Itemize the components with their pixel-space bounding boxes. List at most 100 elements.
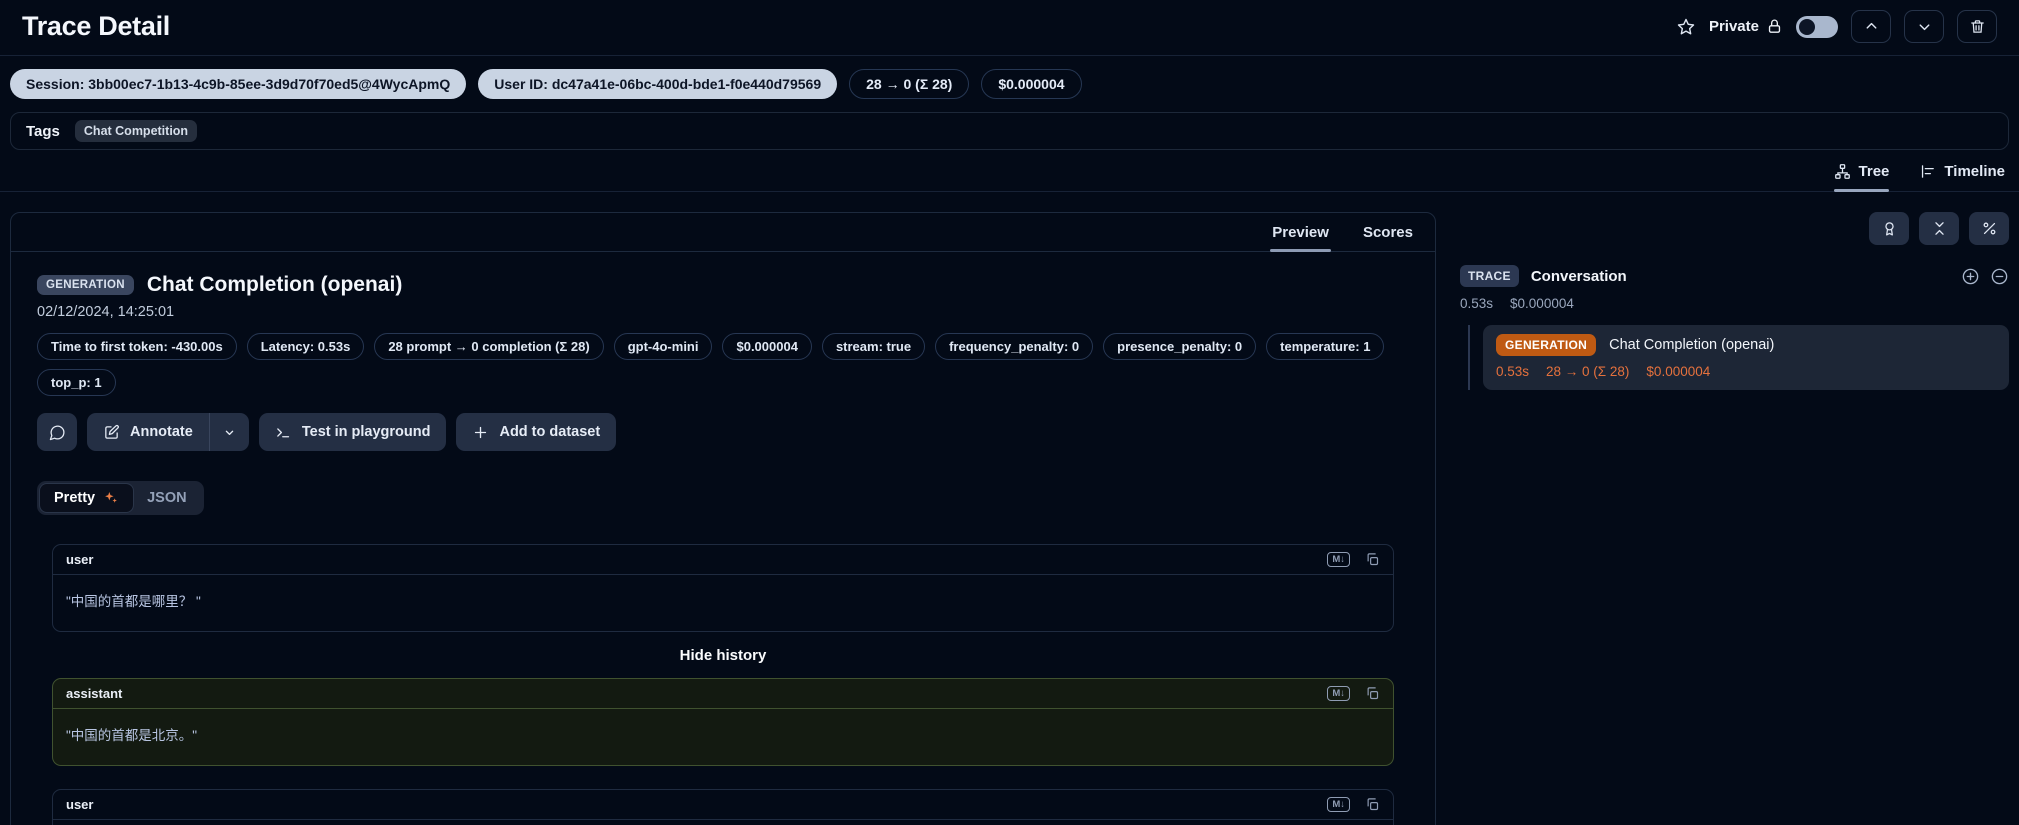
expand-all-button[interactable] — [1961, 267, 1980, 286]
metric-badge: presence_penalty: 0 — [1103, 333, 1256, 360]
annotate-label: Annotate — [130, 424, 193, 440]
token-usage-badge: 28 → 0 (Σ 28) — [849, 69, 969, 99]
format-json-label: JSON — [147, 490, 187, 506]
collapse-all-button[interactable] — [1919, 212, 1959, 245]
tab-scores-label: Scores — [1363, 224, 1413, 241]
trace-cost: $0.000004 — [1510, 296, 1574, 311]
tree-observation-metrics: 0.53s 28 → 0 (Σ 28) $0.000004 — [1496, 364, 1996, 379]
add-to-dataset-label: Add to dataset — [499, 424, 600, 440]
copy-icon — [1365, 686, 1380, 701]
bookmark-star-button[interactable] — [1676, 17, 1696, 37]
copy-button[interactable] — [1365, 686, 1380, 701]
metric-badge: top_p: 1 — [37, 369, 116, 396]
message-header: assistant M↓ — [53, 679, 1393, 709]
pen-square-icon — [103, 424, 120, 441]
message-header-actions: M↓ — [1327, 552, 1380, 567]
message-content: "谢谢" — [53, 820, 1393, 825]
test-in-playground-label: Test in playground — [302, 424, 431, 440]
award-icon — [1881, 220, 1898, 237]
format-json-option[interactable]: JSON — [133, 484, 201, 512]
trace-type-badge: TRACE — [1460, 265, 1519, 287]
public-sharing-toggle[interactable] — [1796, 16, 1838, 38]
metric-badge: 28 prompt → 0 completion (Σ 28) — [374, 333, 603, 360]
annotate-button[interactable]: Annotate — [87, 413, 209, 451]
tab-scores[interactable]: Scores — [1361, 213, 1415, 251]
observation-actions: Annotate Test in playground — [37, 413, 1409, 451]
observation-tokens: 28 → 0 (Σ 28) — [1546, 364, 1629, 379]
metric-badge: temperature: 1 — [1266, 333, 1384, 360]
markdown-toggle-icon[interactable]: M↓ — [1327, 686, 1350, 701]
trace-name: Conversation — [1531, 268, 1949, 285]
chevron-up-icon — [1863, 18, 1880, 35]
tab-tree-label: Tree — [1859, 163, 1890, 180]
plus-icon — [472, 424, 489, 441]
trace-latency: 0.53s — [1460, 296, 1493, 311]
tags-container: Tags Chat Competition — [10, 112, 2009, 150]
metric-badge: Latency: 0.53s — [247, 333, 365, 360]
observation-latency: 0.53s — [1496, 364, 1529, 379]
trace-id-badges: Session: 3bb00ec7-1b13-4c9b-85ee-3d9d70f… — [0, 56, 2019, 109]
timeline-icon — [1919, 163, 1936, 180]
add-to-dataset-button[interactable]: Add to dataset — [456, 413, 616, 451]
tree-observation-row-selected[interactable]: GENERATION Chat Completion (openai) 0.53… — [1483, 325, 2009, 390]
format-pretty-label: Pretty — [54, 490, 95, 506]
tab-timeline-label: Timeline — [1944, 163, 2005, 180]
show-metrics-button[interactable] — [1969, 212, 2009, 245]
message-header: user M↓ — [53, 790, 1393, 820]
user-id-badge[interactable]: User ID: dc47a41e-06bc-400d-bde1-f0e440d… — [478, 69, 837, 99]
next-trace-button[interactable] — [1904, 10, 1944, 43]
trace-metrics: 0.53s $0.000004 — [1460, 296, 2009, 311]
delete-trace-button[interactable] — [1957, 10, 1997, 43]
tag-chip[interactable]: Chat Competition — [75, 120, 197, 142]
copy-button[interactable] — [1365, 797, 1380, 812]
markdown-toggle-icon[interactable]: M↓ — [1327, 797, 1350, 812]
toggle-knob — [1799, 19, 1815, 35]
lock-icon — [1766, 18, 1783, 35]
page-title: Trace Detail — [22, 11, 170, 42]
annotate-split-button: Annotate — [87, 413, 249, 451]
tags-label: Tags — [26, 123, 60, 140]
session-badge[interactable]: Session: 3bb00ec7-1b13-4c9b-85ee-3d9d70f… — [10, 69, 466, 99]
circle-minus-icon — [1990, 267, 2009, 286]
copy-button[interactable] — [1365, 552, 1380, 567]
observation-cost: $0.000004 — [1646, 364, 1710, 379]
annotate-dropdown-button[interactable] — [209, 413, 249, 451]
hide-history-button[interactable]: Hide history — [52, 647, 1394, 664]
metric-badge: $0.000004 — [722, 333, 811, 360]
observation-panel: Preview Scores GENERATION Chat Completio… — [10, 212, 1436, 825]
observation-title: Chat Completion (openai) — [147, 273, 403, 297]
tab-preview[interactable]: Preview — [1270, 213, 1331, 251]
previous-trace-button[interactable] — [1851, 10, 1891, 43]
message-role: user — [66, 797, 93, 812]
preview-scores-tabs: Preview Scores — [11, 213, 1435, 252]
total-cost-badge: $0.000004 — [981, 69, 1081, 99]
format-pretty-option[interactable]: Pretty — [40, 484, 133, 512]
top-bar-actions: Private — [1676, 10, 1997, 43]
observation-timestamp: 02/12/2024, 14:25:01 — [37, 304, 1409, 320]
message-role: user — [66, 552, 93, 567]
terminal-icon — [275, 424, 292, 441]
chevron-down-icon — [222, 425, 237, 440]
markdown-toggle-icon[interactable]: M↓ — [1327, 552, 1350, 567]
message-role: assistant — [66, 686, 122, 701]
comment-bubble-icon — [49, 424, 66, 441]
chevrons-down-up-icon — [1931, 220, 1948, 237]
observation-details: GENERATION Chat Completion (openai) 02/1… — [11, 252, 1435, 825]
trace-detail-page: Trace Detail Private — [0, 0, 2019, 825]
format-toggle: Pretty JSON — [37, 481, 204, 515]
metric-badges-row-2: top_p: 1 — [37, 369, 1409, 396]
tree-trace-row[interactable]: TRACE Conversation — [1460, 265, 2009, 287]
metric-badges-row-1: Time to first token: -430.00s Latency: 0… — [37, 333, 1409, 360]
tab-timeline[interactable]: Timeline — [1919, 163, 2005, 191]
tree-observation-header: GENERATION Chat Completion (openai) — [1496, 334, 1996, 356]
metric-badge: stream: true — [822, 333, 925, 360]
tree-observation-name: Chat Completion (openai) — [1609, 337, 1774, 353]
comment-button[interactable] — [37, 413, 77, 451]
tree-branch: GENERATION Chat Completion (openai) 0.53… — [1468, 325, 2009, 390]
metric-badge: frequency_penalty: 0 — [935, 333, 1093, 360]
message-header: user M↓ — [53, 545, 1393, 575]
tab-tree[interactable]: Tree — [1834, 163, 1890, 191]
test-in-playground-button[interactable]: Test in playground — [259, 413, 447, 451]
annotations-filter-button[interactable] — [1869, 212, 1909, 245]
collapse-node-button[interactable] — [1990, 267, 2009, 286]
